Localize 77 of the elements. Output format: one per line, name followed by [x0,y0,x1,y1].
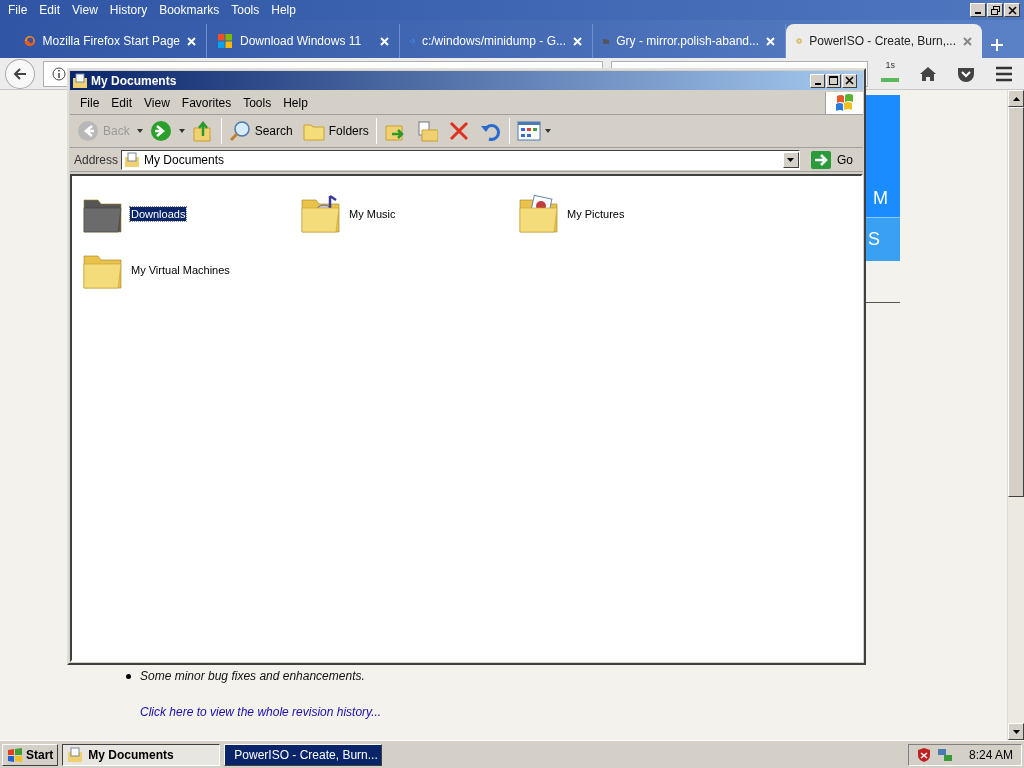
maximize-button[interactable] [826,73,841,88]
pictures-folder-icon [518,194,560,234]
go-button[interactable]: Go [803,150,859,169]
folder-label[interactable]: My Pictures [566,207,626,221]
restore-button[interactable] [987,3,1003,17]
restore-icon [990,5,1000,15]
minimize-icon [814,82,821,85]
menu-item[interactable]: Edit [105,95,139,110]
close-button[interactable] [1004,3,1020,17]
revision-history-link[interactable]: Click here to view the whole revision history... [140,705,1007,719]
music-folder-icon [300,194,342,234]
back-button[interactable] [5,58,35,89]
scrollbar[interactable] [1007,90,1024,740]
minimize-button[interactable] [970,3,986,17]
address-label: Address [74,152,119,167]
dropdown-caret-icon[interactable] [178,129,185,133]
progress-bar-icon [881,77,900,82]
info-icon[interactable] [51,66,66,81]
bullet-icon [126,674,131,679]
address-field[interactable]: My Documents [121,149,800,170]
documents-folder-icon [67,746,84,763]
dropdown-button[interactable] [783,151,799,168]
close-icon [845,76,854,85]
back-arrow-icon [11,65,28,82]
menu-item[interactable]: View [138,95,176,110]
taskbar-button[interactable]: My Documents [62,743,221,766]
menu-item[interactable]: Help [277,95,314,110]
scroll-up-icon[interactable] [1012,96,1020,101]
menu-item[interactable]: Tools [225,3,266,17]
shield-icon[interactable] [916,746,931,763]
window-title: My Documents [91,73,177,88]
browser-tab[interactable]: PowerISO - Create, Burn,... [786,24,982,58]
folder-label[interactable]: My Virtual Machines [130,263,231,277]
minimize-button[interactable] [810,73,825,88]
close-icon [187,36,196,46]
folders-button[interactable]: Folders [299,117,372,145]
menu-item[interactable]: Bookmarks [153,3,226,17]
menu-item[interactable]: Tools [237,95,278,110]
folders-icon [302,121,325,141]
menu-item[interactable]: Help [265,3,302,17]
dropdown-caret-icon[interactable] [544,129,551,133]
search-icon [228,120,251,142]
menu-item[interactable]: View [66,3,104,17]
close-icon [963,36,972,46]
folder-label[interactable]: My Music [348,207,397,221]
start-button[interactable]: Start [2,743,59,766]
menu-item[interactable]: History [103,3,154,17]
taskbar-button[interactable]: PowerISO - Create, Burn... [224,743,383,766]
scroll-down-icon[interactable] [1012,729,1020,734]
bullet-text: Some minor bug fixes and enhancements. [140,669,365,684]
network-icon[interactable] [936,746,953,763]
firefox-icon [24,33,36,49]
folder-label[interactable]: Downloads [130,207,187,221]
windows-flag-icon [7,747,23,762]
banner-text: S [868,229,880,250]
dropdown-caret-icon[interactable] [136,129,143,133]
caret-icon [787,157,795,162]
menu-item[interactable]: Favorites [175,95,238,110]
banner-text: M [873,188,888,209]
downloads-button[interactable]: 1s [875,60,906,87]
windows-logo-icon [217,33,233,49]
close-icon [573,36,582,46]
documents-folder-icon [72,72,88,89]
clock: 8:24 AM [968,747,1013,762]
menu-item[interactable]: Edit [33,3,67,17]
menu-item[interactable]: File [2,3,34,17]
close-icon [1007,5,1017,15]
documents-folder-icon [124,151,141,168]
go-arrow-icon [811,150,831,169]
close-icon [380,36,389,46]
close-button[interactable] [842,73,857,88]
plus-icon [990,38,1004,52]
menu-item[interactable]: File [74,95,106,110]
close-icon [766,36,775,46]
maximize-icon [829,76,838,85]
minimize-icon [975,12,981,14]
search-button[interactable]: Search [225,117,296,145]
